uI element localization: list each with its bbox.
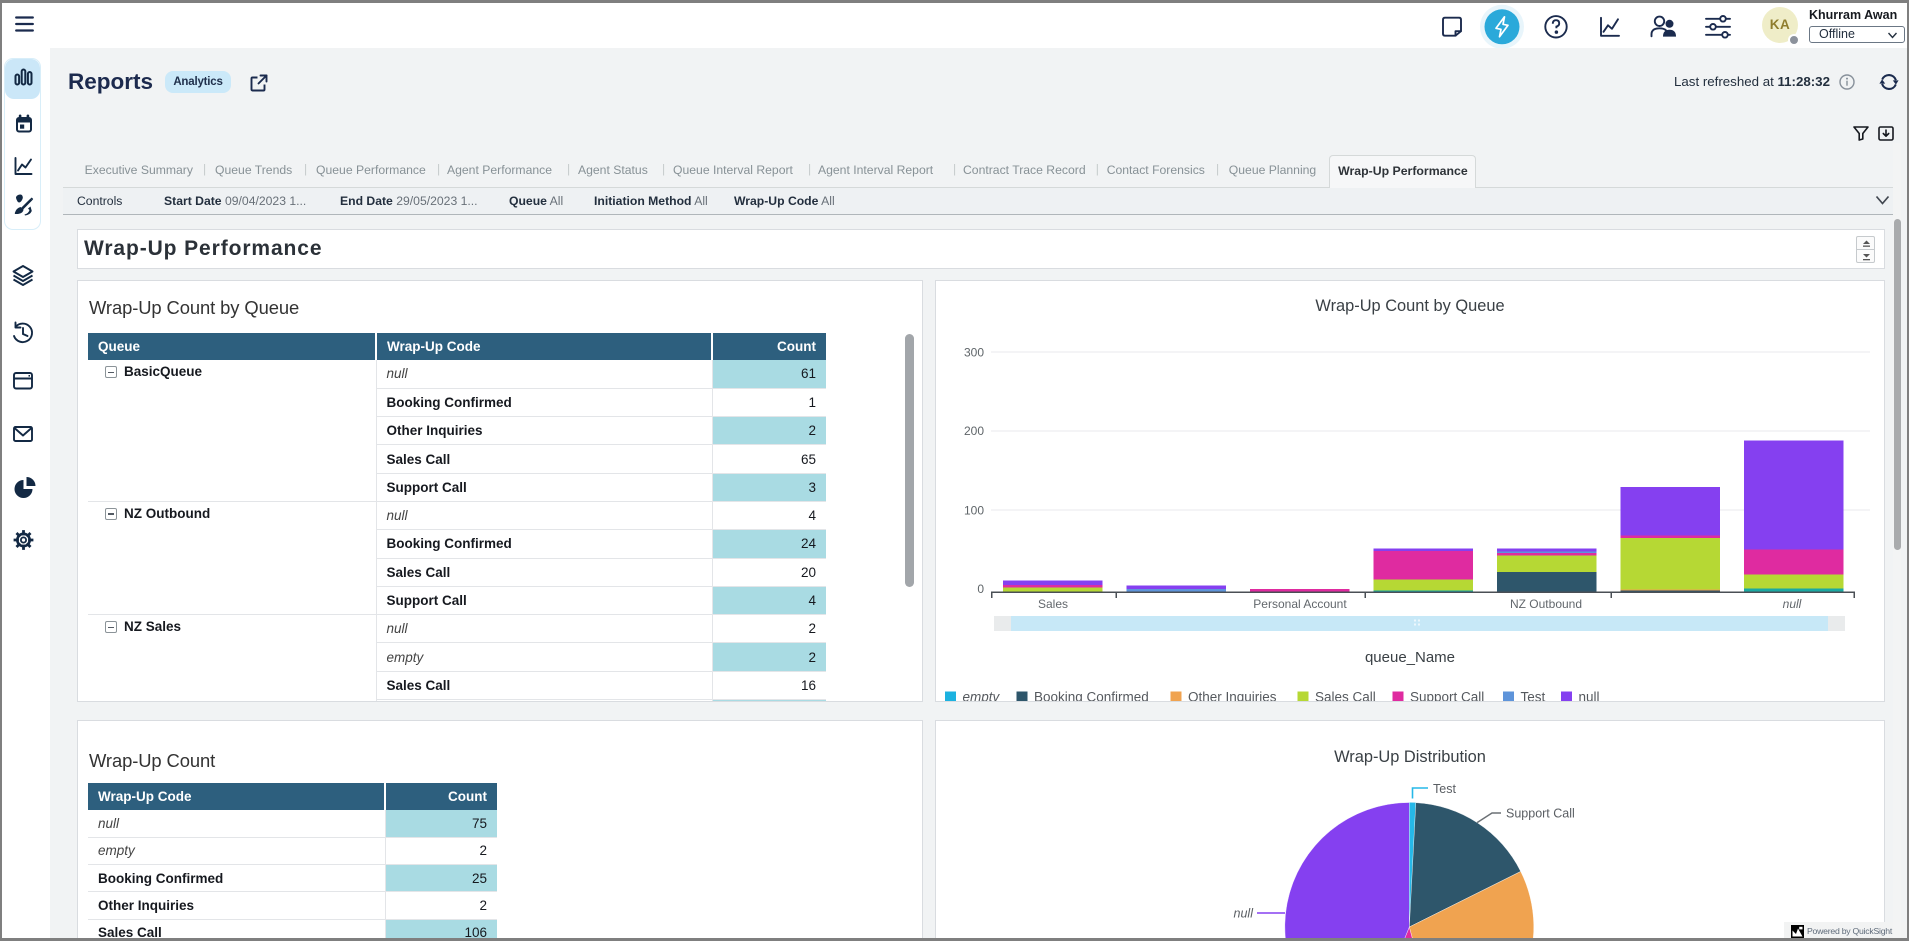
svg-text:Other Inquiries: Other Inquiries [1188,690,1277,702]
svg-text:Booking Confirmed: Booking Confirmed [1034,690,1149,702]
svg-text:200: 200 [964,424,984,438]
svg-text:Sales: Sales [1038,597,1068,611]
svg-text:Sales Call: Sales Call [1315,690,1376,702]
svg-text:100: 100 [964,504,984,518]
svg-text:Test: Test [1433,782,1456,796]
svg-text:Personal Account: Personal Account [1253,597,1347,611]
svg-text:300: 300 [964,346,984,360]
svg-text:Support Call: Support Call [1506,807,1575,821]
svg-text:null: null [1783,597,1802,611]
svg-text:null: null [1234,907,1255,921]
svg-text:Wrap-Up Count by Queue: Wrap-Up Count by Queue [1315,297,1504,315]
svg-text:queue_Name: queue_Name [1365,649,1455,666]
svg-text:Wrap-Up Distribution: Wrap-Up Distribution [1334,748,1486,766]
svg-text:Support Call: Support Call [1410,690,1484,702]
svg-text:0: 0 [977,582,984,596]
svg-text:empty: empty [963,690,1001,702]
svg-text:null: null [1579,690,1600,702]
svg-text:Test: Test [1521,690,1546,702]
svg-text:NZ Outbound: NZ Outbound [1510,597,1582,611]
